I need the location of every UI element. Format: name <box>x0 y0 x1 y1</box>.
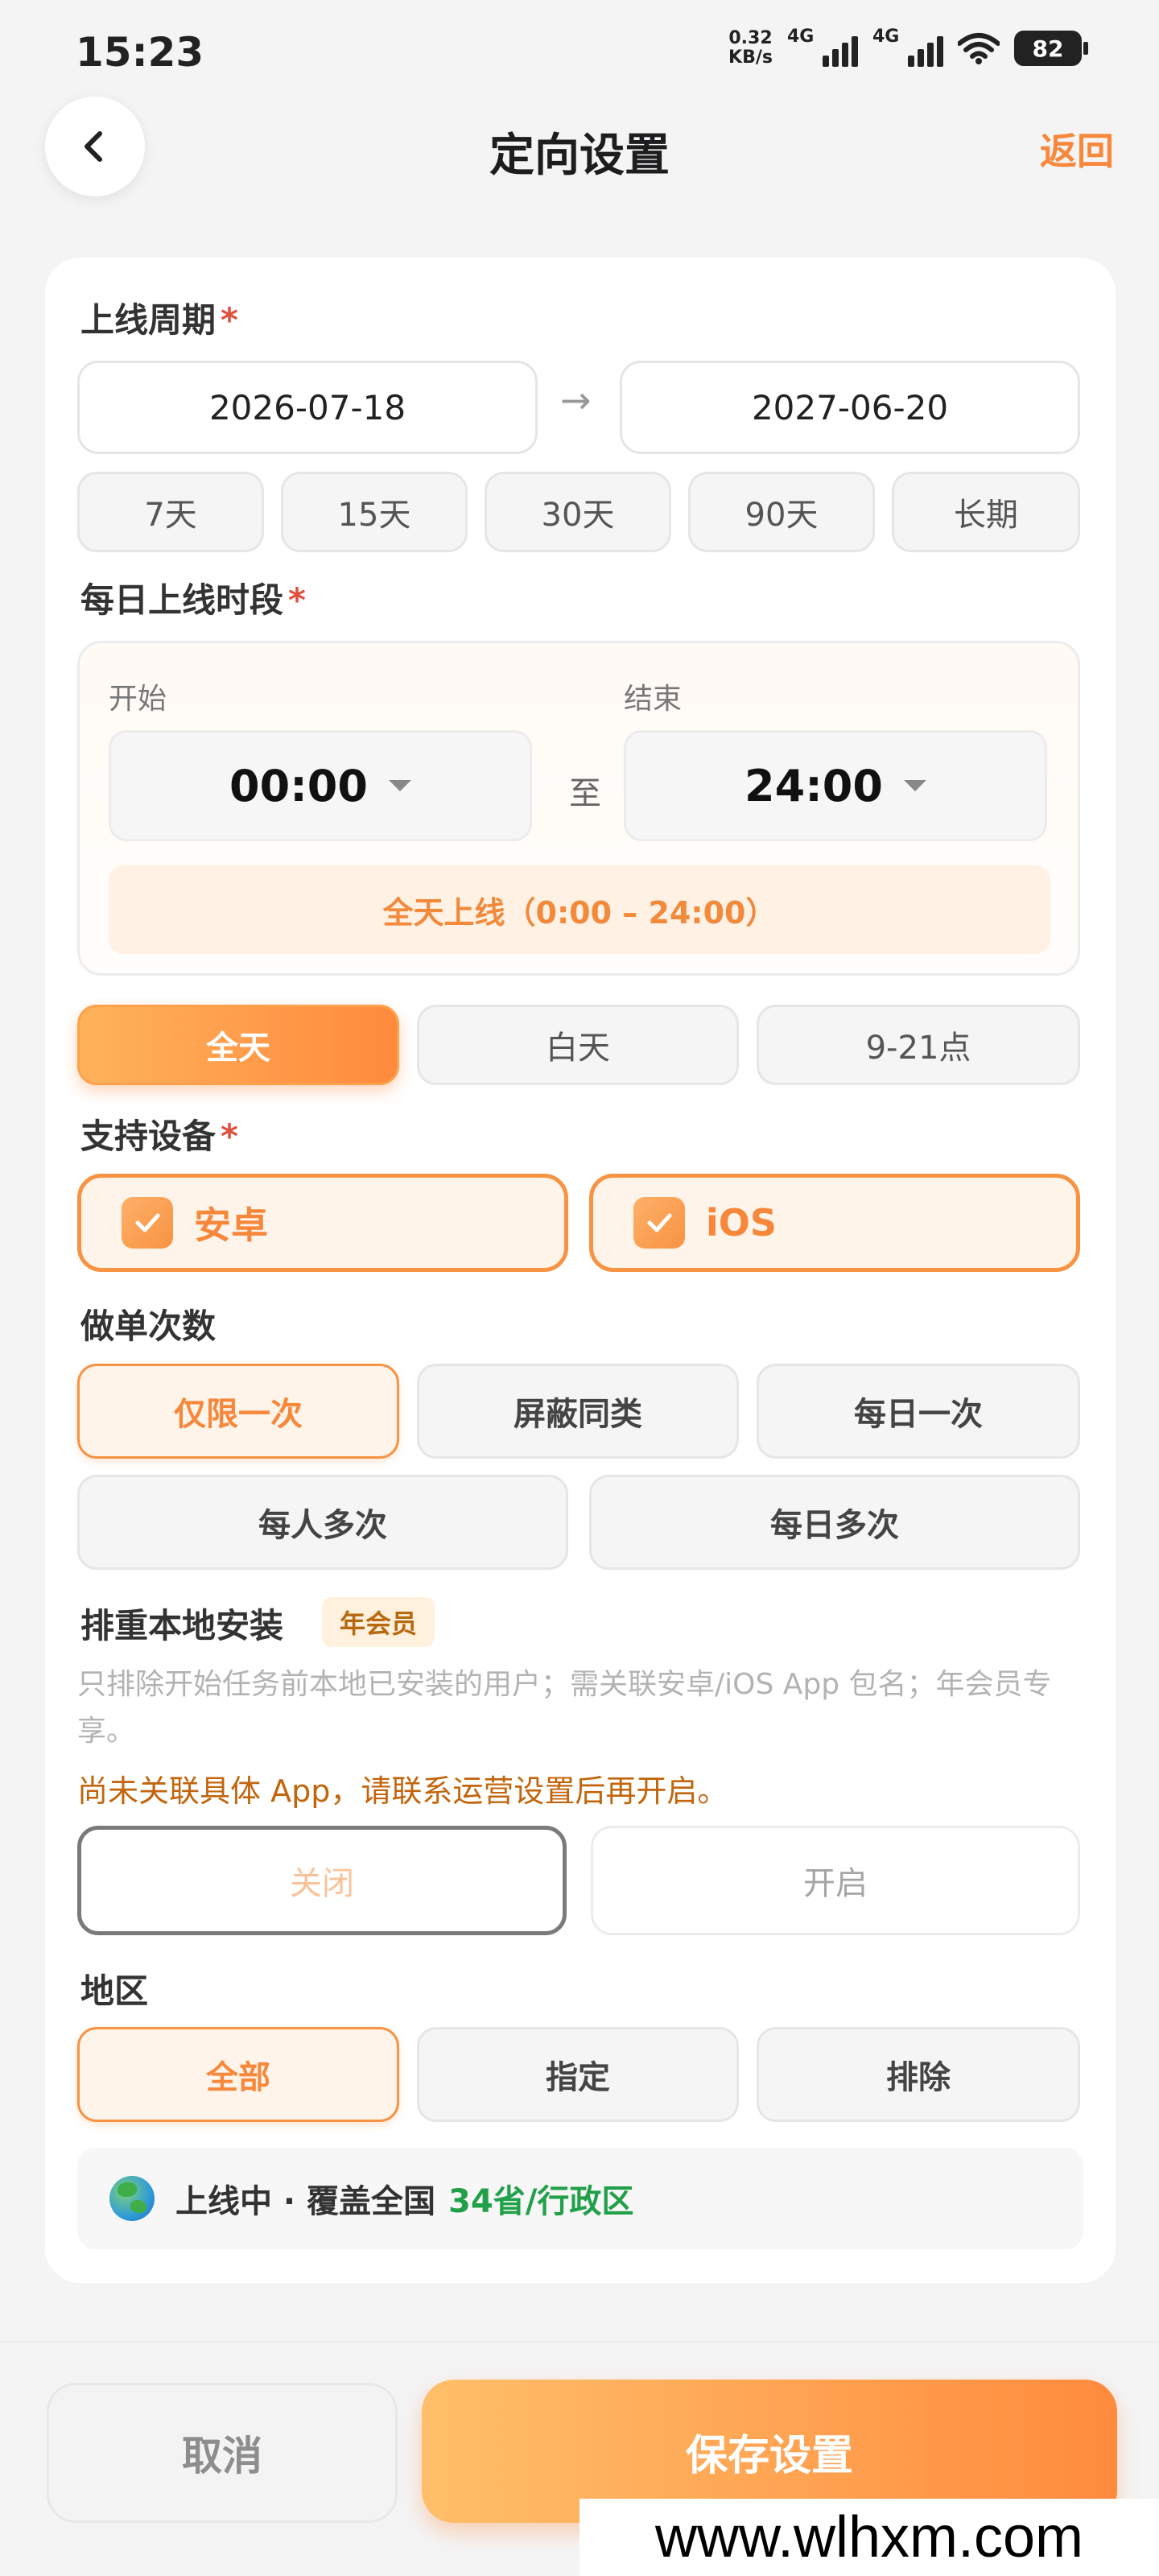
region-status: 上线中 · 覆盖全国 34省/行政区 <box>77 2148 1083 2249</box>
order-option-per-user-multiple[interactable]: 每人多次 <box>77 1475 568 1570</box>
device-ios-checkbox[interactable]: iOS <box>589 1174 1080 1272</box>
period-preset-7d[interactable]: 7天 <box>77 472 264 552</box>
region-status-text: 上线中 · 覆盖全国 <box>175 2183 436 2220</box>
end-time-label: 结束 <box>624 683 683 716</box>
period-preset-long[interactable]: 长期 <box>892 472 1080 552</box>
period-preset-90d[interactable]: 90天 <box>688 472 875 552</box>
start-time-value: 00:00 <box>229 760 368 811</box>
page-title: 定向设置 <box>489 130 670 182</box>
slot-option-all-day[interactable]: 全天 <box>77 1005 399 1085</box>
start-time-label: 开始 <box>109 683 167 716</box>
range-to-label: 至 <box>569 775 601 812</box>
region-title: 地区 <box>80 1971 149 2011</box>
arrow-right-icon: → <box>560 378 592 422</box>
end-date-field[interactable]: 2027-06-20 <box>620 361 1080 454</box>
dedup-on-button[interactable]: 开启 <box>591 1826 1080 1935</box>
online-period-title: 上线周期 * <box>80 293 238 342</box>
time-range-summary: 全天上线（0:00 – 24:00） <box>109 865 1050 954</box>
dedup-install-warning: 尚未关联具体 App，请联系运营设置后再开启。 <box>77 1773 728 1809</box>
cancel-button[interactable]: 取消 <box>47 2383 398 2523</box>
region-option-all[interactable]: 全部 <box>77 2027 399 2122</box>
device-ios-label: iOS <box>706 1201 777 1245</box>
device-android-label: 安卓 <box>194 1203 268 1247</box>
end-time-value: 24:00 <box>744 760 883 811</box>
end-time-select[interactable]: 24:00 <box>624 730 1047 841</box>
device-android-checkbox[interactable]: 安卓 <box>77 1174 568 1272</box>
start-time-select[interactable]: 00:00 <box>109 730 532 841</box>
devices-title: 支持设备 * <box>80 1109 238 1158</box>
checkbox-checked-icon <box>633 1197 685 1249</box>
globe-icon <box>109 2176 155 2221</box>
network-speed: 0.32 KB/s <box>728 29 773 68</box>
signal-generation: 4G <box>787 27 815 47</box>
dedup-install-description: 只排除开始任务前本地已安装的用户；需关联安卓/iOS App 包名；年会员专享。 <box>77 1668 1052 1748</box>
cellular-signal-icon: 4G <box>787 27 858 67</box>
start-date-field[interactable]: 2026-07-18 <box>77 361 538 454</box>
battery-level: 82 <box>1032 35 1064 62</box>
network-speed-unit: KB/s <box>728 47 773 68</box>
wifi-icon <box>958 33 1000 64</box>
caret-down-icon <box>903 780 926 791</box>
period-preset-30d[interactable]: 30天 <box>485 472 671 552</box>
required-mark: * <box>221 300 238 340</box>
daily-slot-title: 每日上线时段 * <box>80 573 306 622</box>
battery-icon: 82 <box>1014 31 1088 66</box>
time-range-panel: 开始 00:00 至 结束 24:00 全天上线（0:00 – 24:00） <box>77 641 1080 976</box>
order-option-daily-multiple[interactable]: 每日多次 <box>589 1475 1080 1570</box>
network-speed-value: 0.32 <box>728 28 773 48</box>
period-preset-15d[interactable]: 15天 <box>281 472 468 552</box>
settings-card: 上线周期 * 2026-07-18 → 2027-06-20 7天 15天 30天… <box>45 258 1116 2283</box>
region-option-exclude[interactable]: 排除 <box>757 2027 1080 2122</box>
region-coverage: 34省/行政区 <box>448 2183 634 2220</box>
online-period-title-text: 上线周期 <box>80 300 217 340</box>
order-count-title: 做单次数 <box>80 1307 217 1346</box>
caret-down-icon <box>388 780 411 791</box>
slot-option-daytime[interactable]: 白天 <box>417 1005 739 1085</box>
dedup-install-title: 排重本地安装 <box>80 1606 284 1645</box>
slot-option-9-21[interactable]: 9-21点 <box>757 1005 1080 1085</box>
return-link[interactable]: 返回 <box>1040 122 1114 175</box>
dedup-off-button[interactable]: 关闭 <box>77 1826 567 1935</box>
daily-slot-title-text: 每日上线时段 <box>80 580 284 620</box>
order-option-once[interactable]: 仅限一次 <box>77 1364 399 1459</box>
nav-bar: 定向设置 返回 <box>0 97 1159 196</box>
cellular-signal-icon: 4G <box>872 27 943 67</box>
status-icons: 0.32 KB/s 4G 4G 82 <box>728 27 1088 68</box>
region-option-specify[interactable]: 指定 <box>417 2027 739 2122</box>
status-bar: 15:23 0.32 KB/s 4G 4G 82 <box>0 0 1159 105</box>
watermark: www.wlhxm.com <box>580 2499 1159 2576</box>
required-mark: * <box>221 1117 238 1156</box>
required-mark: * <box>288 580 306 620</box>
order-option-daily-once[interactable]: 每日一次 <box>757 1364 1080 1459</box>
status-time: 15:23 <box>76 29 204 76</box>
checkbox-checked-icon <box>122 1197 173 1249</box>
order-option-block-similar[interactable]: 屏蔽同类 <box>417 1364 739 1459</box>
annual-member-badge: 年会员 <box>322 1597 435 1647</box>
devices-title-text: 支持设备 <box>80 1117 217 1156</box>
signal-generation: 4G <box>872 27 900 47</box>
